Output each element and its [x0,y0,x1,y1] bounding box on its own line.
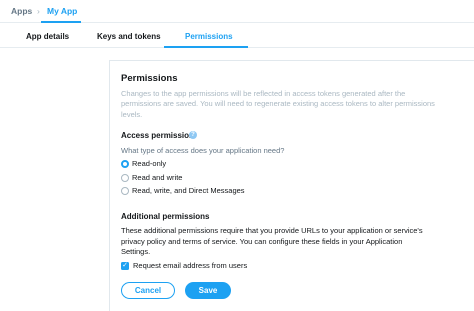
cancel-button[interactable]: Cancel [121,282,175,299]
breadcrumb-current-app[interactable]: My App [47,6,77,16]
access-permission-heading: Access permission [121,131,194,140]
top-navigation: Apps › My App [0,0,474,23]
tab-bar: App details Keys and tokens Permissions [0,24,474,48]
additional-permissions-heading: Additional permissions [121,212,210,221]
tab-active-indicator [164,46,248,48]
page-title: Permissions [121,73,178,84]
radio-button-checked[interactable] [121,160,129,168]
breadcrumb-active-indicator [41,21,81,23]
radio-button[interactable] [121,174,129,182]
breadcrumb-separator-icon: › [37,6,40,16]
additional-permissions-description: These additional permissions require tha… [121,226,423,256]
info-icon[interactable]: ? [189,131,197,139]
radio-label[interactable]: Read, write, and Direct Messages [132,186,245,196]
radio-label[interactable]: Read-only [132,159,166,169]
tab-permissions[interactable]: Permissions [185,32,233,42]
radio-label[interactable]: Read and write [132,173,182,183]
checkbox-checked-icon[interactable]: ✓ [121,262,129,270]
tab-app-details[interactable]: App details [26,32,69,42]
request-email-label[interactable]: Request email address from users [133,261,247,271]
radio-button[interactable] [121,187,129,195]
access-question: What type of access does your applicatio… [121,146,285,155]
breadcrumb-apps-link[interactable]: Apps [11,6,32,16]
save-button[interactable]: Save [185,282,231,299]
tab-keys-and-tokens[interactable]: Keys and tokens [97,32,161,42]
permissions-description: Changes to the app permissions will be r… [121,89,435,119]
